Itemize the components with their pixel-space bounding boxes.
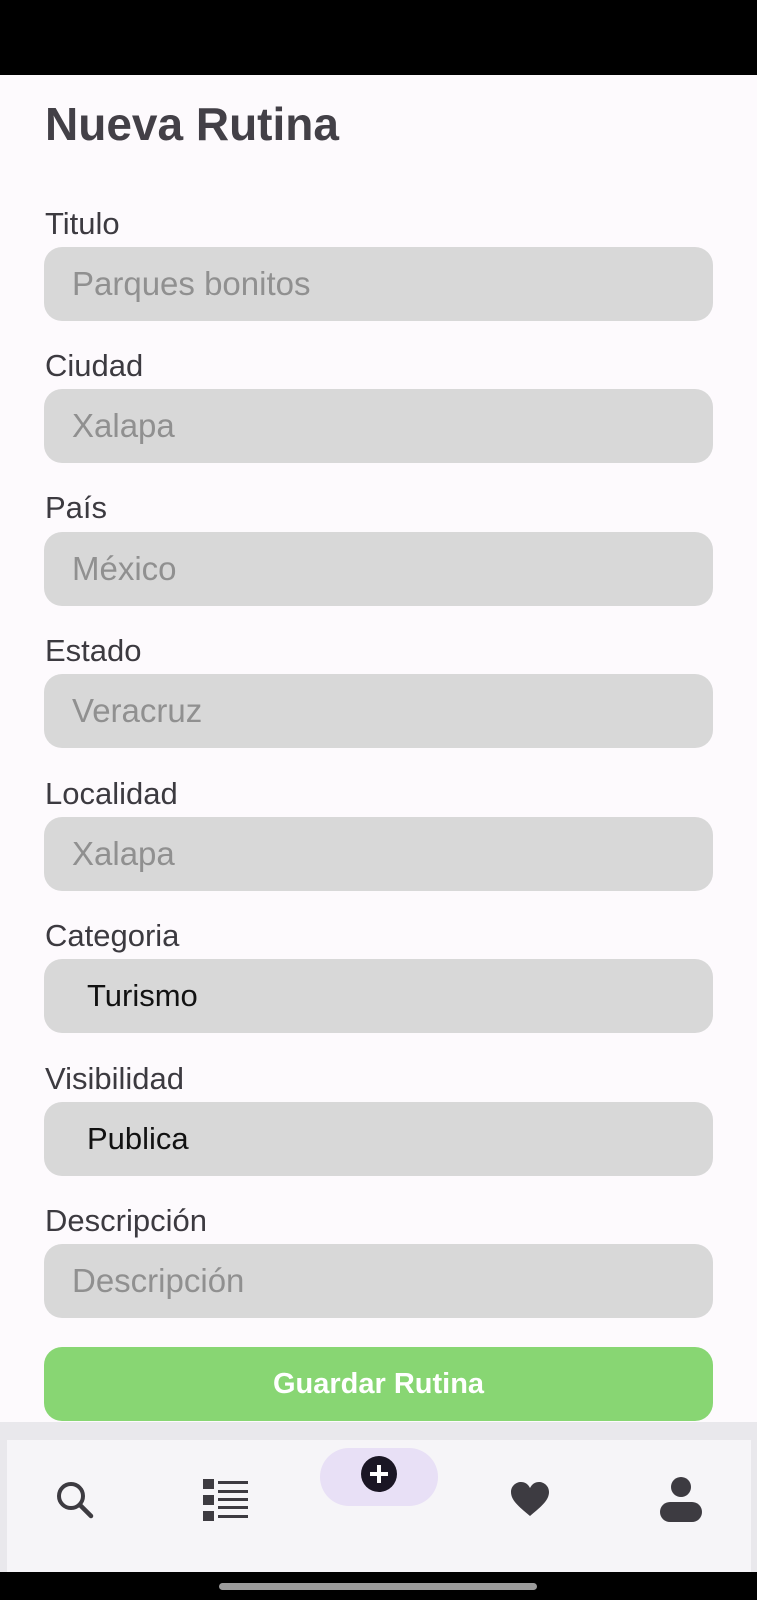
nav-item-add[interactable]	[320, 1448, 438, 1506]
save-button-label: Guardar Rutina	[272, 1367, 485, 1400]
pais-label: País	[45, 490, 108, 525]
person-icon	[660, 1477, 702, 1522]
page-title: Nueva Rutina	[45, 98, 339, 150]
ciudad-label: Ciudad	[45, 348, 144, 383]
visibilidad-label: Visibilidad	[45, 1061, 185, 1096]
nav-item-profile[interactable]	[651, 1470, 711, 1530]
nav-add-icon-wrap	[320, 1448, 438, 1506]
list-icon	[203, 1479, 248, 1521]
ciudad-placeholder: Xalapa	[72, 407, 175, 444]
descripcion-input[interactable]: Descripción	[44, 1244, 713, 1318]
descripcion-placeholder: Descripción	[72, 1262, 245, 1299]
save-button[interactable]: Guardar Rutina	[44, 1347, 713, 1421]
add-circle-icon	[361, 1456, 397, 1492]
localidad-placeholder: Xalapa	[72, 835, 175, 872]
localidad-label: Localidad	[45, 776, 178, 811]
pais-placeholder: México	[72, 550, 177, 587]
titulo-label: Titulo	[45, 206, 120, 241]
visibilidad-value: Publica	[87, 1121, 189, 1156]
home-indicator[interactable]	[219, 1583, 537, 1590]
titulo-input[interactable]: Parques bonitos	[44, 247, 713, 321]
estado-placeholder: Veracruz	[72, 692, 203, 729]
categoria-value: Turismo	[87, 978, 198, 1013]
estado-input[interactable]: Veracruz	[44, 674, 713, 748]
nav-item-favorites[interactable]	[500, 1472, 560, 1528]
nav-item-list[interactable]	[195, 1472, 255, 1528]
categoria-label: Categoria	[45, 918, 180, 953]
visibilidad-select[interactable]: Publica	[44, 1102, 713, 1176]
ciudad-input[interactable]: Xalapa	[44, 389, 713, 463]
titulo-placeholder: Parques bonitos	[72, 265, 311, 302]
nav-item-search[interactable]	[45, 1472, 105, 1528]
estado-label: Estado	[45, 633, 142, 668]
heart-icon	[511, 1482, 549, 1516]
localidad-input[interactable]: Xalapa	[44, 817, 713, 891]
status-bar	[0, 0, 757, 75]
categoria-select[interactable]: Turismo	[44, 959, 713, 1033]
descripcion-label: Descripción	[45, 1203, 207, 1238]
pais-input[interactable]: México	[44, 532, 713, 606]
search-icon	[57, 1482, 94, 1519]
